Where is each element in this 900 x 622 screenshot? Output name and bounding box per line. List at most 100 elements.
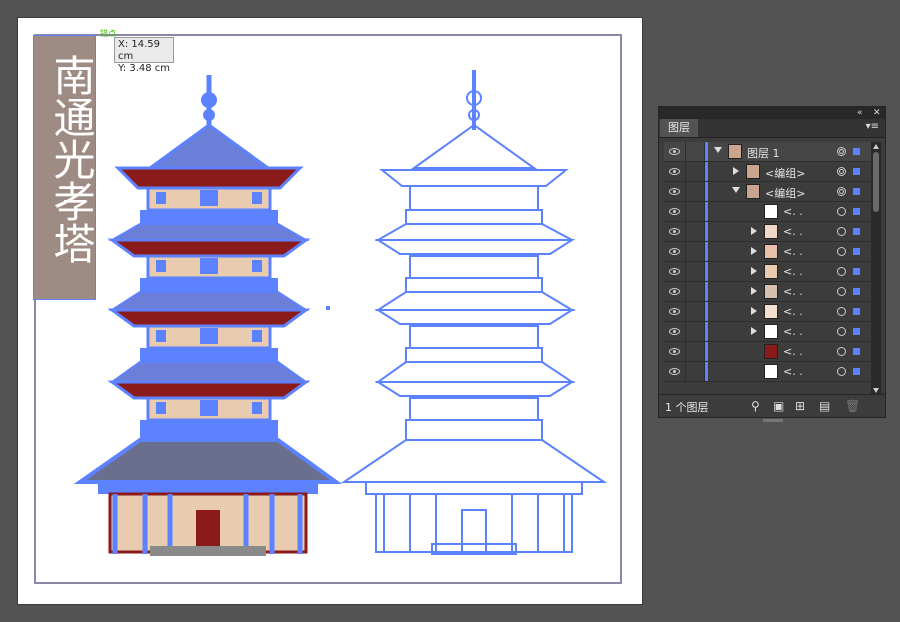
search-icon[interactable]: ⚲ <box>751 399 760 413</box>
visibility-eye-icon[interactable] <box>664 202 686 221</box>
selection-indicator[interactable] <box>853 228 860 235</box>
create-new-layer-icon[interactable]: ▤ <box>819 399 830 413</box>
expand-triangle-icon[interactable] <box>751 307 757 315</box>
target-circle-icon[interactable] <box>837 207 846 216</box>
expand-triangle-icon[interactable] <box>751 247 757 255</box>
lock-toggle[interactable] <box>686 182 705 201</box>
selection-indicator[interactable] <box>853 188 860 195</box>
lock-toggle[interactable] <box>686 202 705 221</box>
layer-row[interactable]: <. . <box>664 342 871 362</box>
layer-row[interactable]: <编组> <box>664 162 871 182</box>
visibility-eye-icon[interactable] <box>664 262 686 281</box>
scroll-thumb[interactable] <box>873 152 879 212</box>
lock-toggle[interactable] <box>686 342 705 361</box>
layer-row[interactable]: <. . <box>664 242 871 262</box>
outline-pagoda[interactable] <box>340 70 608 555</box>
selection-indicator[interactable] <box>853 168 860 175</box>
visibility-eye-icon[interactable] <box>664 302 686 321</box>
make-clipping-mask-icon[interactable]: ▣ <box>773 399 784 413</box>
layer-row[interactable]: <. . <box>664 322 871 342</box>
expand-triangle-icon[interactable] <box>751 227 757 235</box>
target-circle-icon[interactable] <box>837 367 846 376</box>
target-circle-icon[interactable] <box>837 247 846 256</box>
expand-triangle-icon[interactable] <box>751 267 757 275</box>
layer-row[interactable]: <. . <box>664 302 871 322</box>
visibility-eye-icon[interactable] <box>664 162 686 181</box>
collapse-triangle-icon[interactable] <box>714 147 722 153</box>
visibility-eye-icon[interactable] <box>664 322 686 341</box>
lock-toggle[interactable] <box>686 142 705 161</box>
target-circle-icon[interactable] <box>837 287 846 296</box>
lock-toggle[interactable] <box>686 162 705 181</box>
layer-label[interactable]: <. . <box>783 245 803 258</box>
delete-icon[interactable]: 🗑 <box>845 399 860 413</box>
target-circle-icon[interactable] <box>837 187 846 196</box>
lock-toggle[interactable] <box>686 282 705 301</box>
lock-toggle[interactable] <box>686 222 705 241</box>
visibility-eye-icon[interactable] <box>664 282 686 301</box>
layer-row[interactable]: <. . <box>664 282 871 302</box>
visibility-eye-icon[interactable] <box>664 222 686 241</box>
selection-indicator[interactable] <box>853 288 860 295</box>
target-circle-icon[interactable] <box>837 327 846 336</box>
lock-toggle[interactable] <box>686 262 705 281</box>
layers-scrollbar[interactable] <box>871 142 881 395</box>
layer-label[interactable]: <编组> <box>765 185 805 201</box>
layer-label[interactable]: <. . <box>783 265 803 278</box>
visibility-eye-icon[interactable] <box>664 342 686 361</box>
target-circle-icon[interactable] <box>837 347 846 356</box>
colored-pagoda[interactable] <box>73 75 343 556</box>
target-circle-icon[interactable] <box>837 167 846 176</box>
selection-indicator[interactable] <box>853 208 860 215</box>
lock-toggle[interactable] <box>686 242 705 261</box>
layer-row[interactable]: <. . <box>664 262 871 282</box>
scroll-down-icon[interactable] <box>873 388 879 393</box>
visibility-eye-icon[interactable] <box>664 242 686 261</box>
layer-label[interactable]: <编组> <box>765 165 805 181</box>
visibility-eye-icon[interactable] <box>664 182 686 201</box>
target-circle-icon[interactable] <box>837 307 846 316</box>
collapse-panel-icon[interactable]: « <box>857 107 863 119</box>
lock-toggle[interactable] <box>686 362 705 381</box>
selection-indicator[interactable] <box>853 248 860 255</box>
collapse-triangle-icon[interactable] <box>732 187 740 193</box>
layer-color-bar <box>705 202 708 221</box>
layer-row[interactable]: <. . <box>664 202 871 222</box>
selection-indicator[interactable] <box>853 308 860 315</box>
layer-label[interactable]: 图层 1 <box>747 145 780 161</box>
layer-label[interactable]: <. . <box>783 345 803 358</box>
scroll-up-icon[interactable] <box>873 144 879 149</box>
layer-row[interactable]: <. . <box>664 362 871 382</box>
lock-toggle[interactable] <box>686 322 705 341</box>
selection-indicator[interactable] <box>853 348 860 355</box>
selection-indicator[interactable] <box>853 268 860 275</box>
expand-triangle-icon[interactable] <box>733 167 739 175</box>
layer-label[interactable]: <. . <box>783 225 803 238</box>
expand-triangle-icon[interactable] <box>751 287 757 295</box>
layer-label[interactable]: <. . <box>783 305 803 318</box>
panel-resize-grip[interactable] <box>763 419 783 422</box>
close-panel-icon[interactable]: ✕ <box>873 107 881 119</box>
layer-label[interactable]: <. . <box>783 365 803 378</box>
layer-row[interactable]: <编组> <box>664 182 871 202</box>
selection-indicator[interactable] <box>853 328 860 335</box>
lock-toggle[interactable] <box>686 302 705 321</box>
panel-menu-icon[interactable]: ▾≡ <box>866 121 879 132</box>
tab-layers[interactable]: 图层 <box>660 119 698 137</box>
layer-row[interactable]: <. . <box>664 222 871 242</box>
target-circle-icon[interactable] <box>837 227 846 236</box>
selection-indicator[interactable] <box>853 368 860 375</box>
selection-indicator[interactable] <box>853 148 860 155</box>
layer-row[interactable]: 图层 1 <box>664 142 871 162</box>
expand-triangle-icon[interactable] <box>751 327 757 335</box>
title-text-frame[interactable]: 南通光孝塔 <box>33 35 96 300</box>
layer-label[interactable]: <. . <box>783 325 803 338</box>
layer-label[interactable]: <. . <box>783 205 803 218</box>
panel-titlebar[interactable]: « ✕ <box>659 107 885 119</box>
target-circle-icon[interactable] <box>837 267 846 276</box>
visibility-eye-icon[interactable] <box>664 362 686 381</box>
layer-label[interactable]: <. . <box>783 285 803 298</box>
target-circle-icon[interactable] <box>837 147 846 156</box>
visibility-eye-icon[interactable] <box>664 142 686 161</box>
create-sublayer-icon[interactable]: ⊞ <box>795 399 805 413</box>
